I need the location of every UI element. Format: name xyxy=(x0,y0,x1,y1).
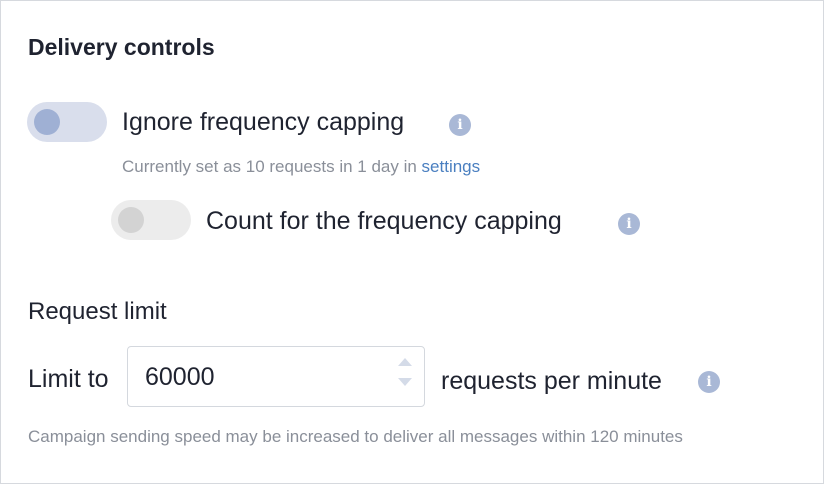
info-icon[interactable]: i xyxy=(449,114,471,136)
frequency-capping-hint: Currently set as 10 requests in 1 day in… xyxy=(122,157,480,177)
hint-text: Currently set as 10 requests in 1 day in xyxy=(122,157,422,176)
decrement-arrow-icon[interactable] xyxy=(398,378,412,386)
requests-per-minute-label: requests per minute xyxy=(441,367,662,395)
increment-arrow-icon[interactable] xyxy=(398,358,412,366)
count-frequency-capping-toggle[interactable] xyxy=(111,200,191,240)
request-limit-heading: Request limit xyxy=(28,298,167,325)
request-limit-value: 60000 xyxy=(145,363,215,391)
request-limit-input[interactable]: 60000 xyxy=(127,346,425,407)
ignore-frequency-capping-toggle[interactable] xyxy=(27,102,107,142)
count-frequency-capping-label: Count for the frequency capping xyxy=(206,207,562,235)
settings-link[interactable]: settings xyxy=(422,157,481,176)
delivery-controls-panel: Delivery controls Ignore frequency cappi… xyxy=(0,0,824,484)
ignore-frequency-capping-label: Ignore frequency capping xyxy=(122,108,405,136)
info-icon[interactable]: i xyxy=(698,371,720,393)
sending-speed-note: Campaign sending speed may be increased … xyxy=(28,427,683,446)
toggle-knob xyxy=(118,207,144,233)
info-icon[interactable]: i xyxy=(618,213,640,235)
limit-to-label: Limit to xyxy=(28,365,109,393)
delivery-controls-heading: Delivery controls xyxy=(28,34,215,60)
toggle-knob xyxy=(34,109,60,135)
